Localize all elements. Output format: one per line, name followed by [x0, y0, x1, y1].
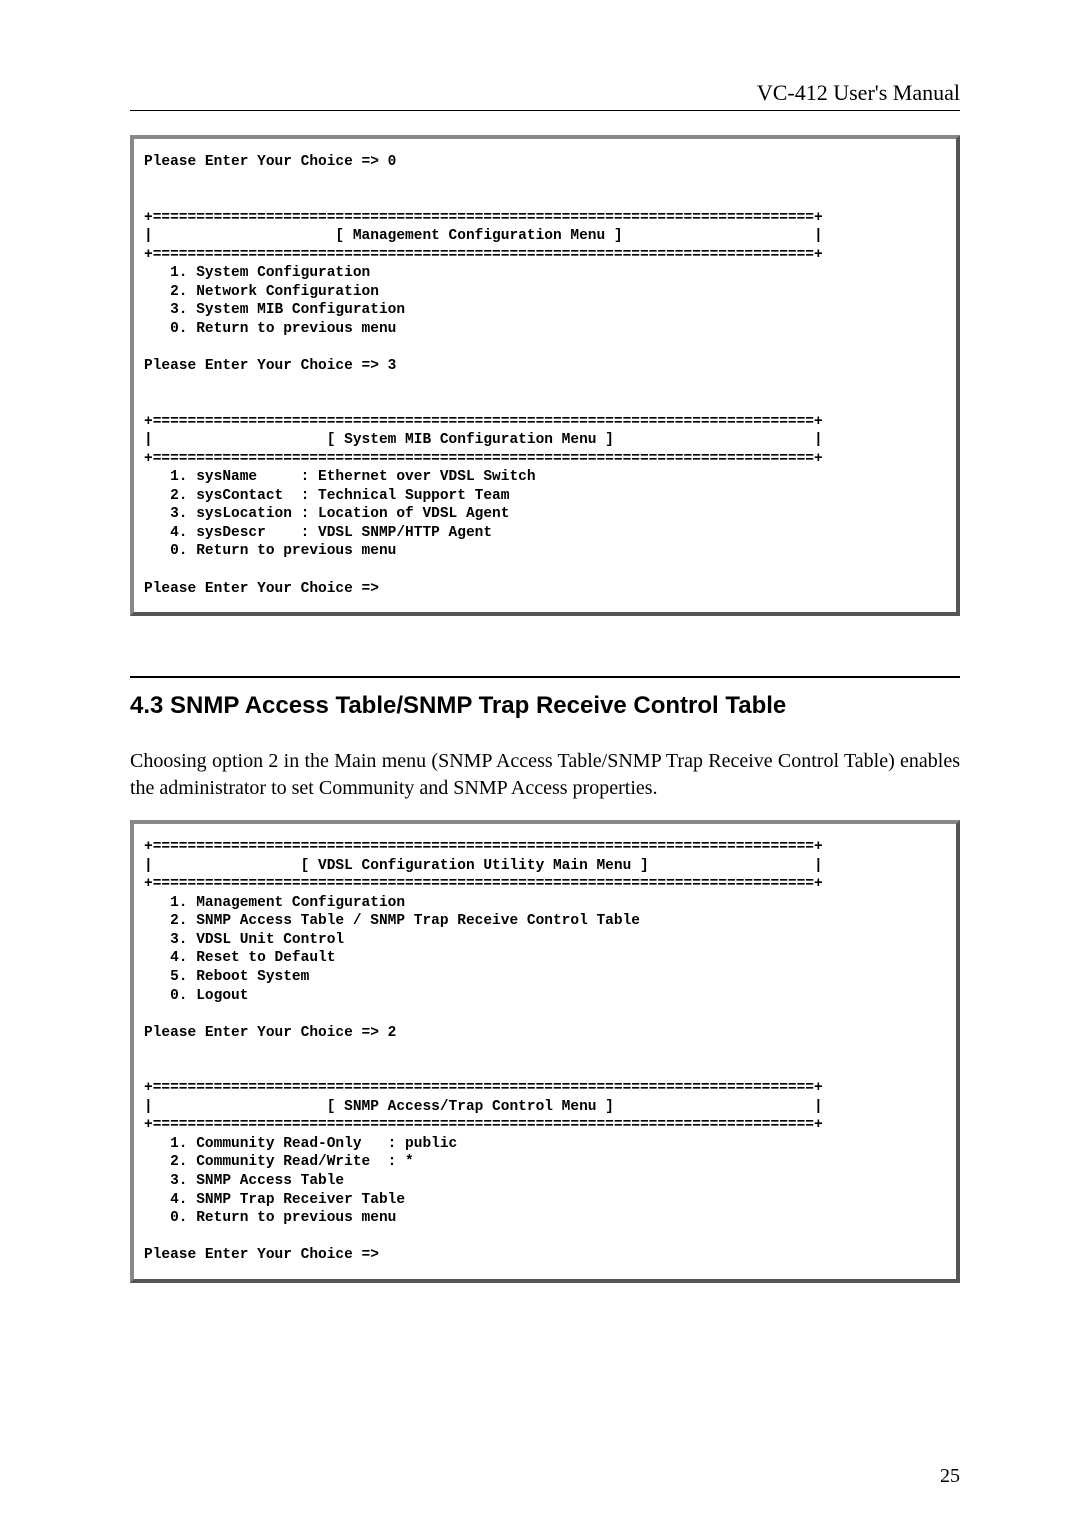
- prompt: Please Enter Your Choice => 2: [144, 1025, 396, 1041]
- section-heading: 4.3 SNMP Access Table/SNMP Trap Receive …: [130, 692, 960, 720]
- ascii-rule: +=======================================…: [144, 1080, 823, 1096]
- prompt: Please Enter Your Choice => 0: [144, 154, 396, 170]
- ascii-rule: +=======================================…: [144, 839, 823, 855]
- page-number: 25: [940, 1465, 960, 1488]
- menu-item: 2. sysContact : Technical Support Team: [144, 488, 509, 504]
- section-rule: [130, 676, 960, 678]
- ascii-rule: +=======================================…: [144, 210, 823, 226]
- menu-item: 1. Management Configuration: [144, 895, 405, 911]
- menu-item: 1. System Configuration: [144, 265, 370, 281]
- ascii-rule: +=======================================…: [144, 1117, 823, 1133]
- terminal-content-2: +=======================================…: [144, 838, 946, 1265]
- menu-banner: | [ SNMP Access/Trap Control Menu ] |: [144, 1099, 823, 1115]
- ascii-rule: +=======================================…: [144, 876, 823, 892]
- menu-item: 4. Reset to Default: [144, 950, 335, 966]
- menu-item: 2. Network Configuration: [144, 284, 379, 300]
- ascii-rule: +=======================================…: [144, 451, 823, 467]
- menu-item: 2. SNMP Access Table / SNMP Trap Receive…: [144, 913, 640, 929]
- prompt: Please Enter Your Choice =>: [144, 581, 379, 597]
- menu-item: 3. VDSL Unit Control: [144, 932, 344, 948]
- menu-item: 0. Return to previous menu: [144, 1210, 396, 1226]
- menu-item: 1. Community Read-Only : public: [144, 1136, 457, 1152]
- menu-item: 4. SNMP Trap Receiver Table: [144, 1192, 405, 1208]
- menu-item: 5. Reboot System: [144, 969, 309, 985]
- menu-banner: | [ VDSL Configuration Utility Main Menu…: [144, 858, 823, 874]
- terminal-content-1: Please Enter Your Choice => 0 +=========…: [144, 153, 946, 598]
- prompt: Please Enter Your Choice =>: [144, 1247, 379, 1263]
- section-paragraph: Choosing option 2 in the Main menu (SNMP…: [130, 748, 960, 802]
- menu-item: 0. Return to previous menu: [144, 321, 396, 337]
- menu-item: 0. Return to previous menu: [144, 543, 396, 559]
- ascii-rule: +=======================================…: [144, 414, 823, 430]
- menu-banner: | [ Management Configuration Menu ] |: [144, 228, 823, 244]
- menu-item: 3. System MIB Configuration: [144, 302, 405, 318]
- terminal-box-2: +=======================================…: [130, 820, 960, 1283]
- menu-item: 0. Logout: [144, 988, 248, 1004]
- menu-item: 1. sysName : Ethernet over VDSL Switch: [144, 469, 536, 485]
- prompt: Please Enter Your Choice => 3: [144, 358, 396, 374]
- header-rule: [130, 110, 960, 111]
- menu-item: 3. SNMP Access Table: [144, 1173, 344, 1189]
- menu-item: 2. Community Read/Write : *: [144, 1154, 414, 1170]
- header-title: VC-412 User's Manual: [130, 80, 960, 106]
- menu-item: 4. sysDescr : VDSL SNMP/HTTP Agent: [144, 525, 492, 541]
- menu-banner: | [ System MIB Configuration Menu ] |: [144, 432, 823, 448]
- menu-item: 3. sysLocation : Location of VDSL Agent: [144, 506, 509, 522]
- ascii-rule: +=======================================…: [144, 247, 823, 263]
- terminal-box-1: Please Enter Your Choice => 0 +=========…: [130, 135, 960, 616]
